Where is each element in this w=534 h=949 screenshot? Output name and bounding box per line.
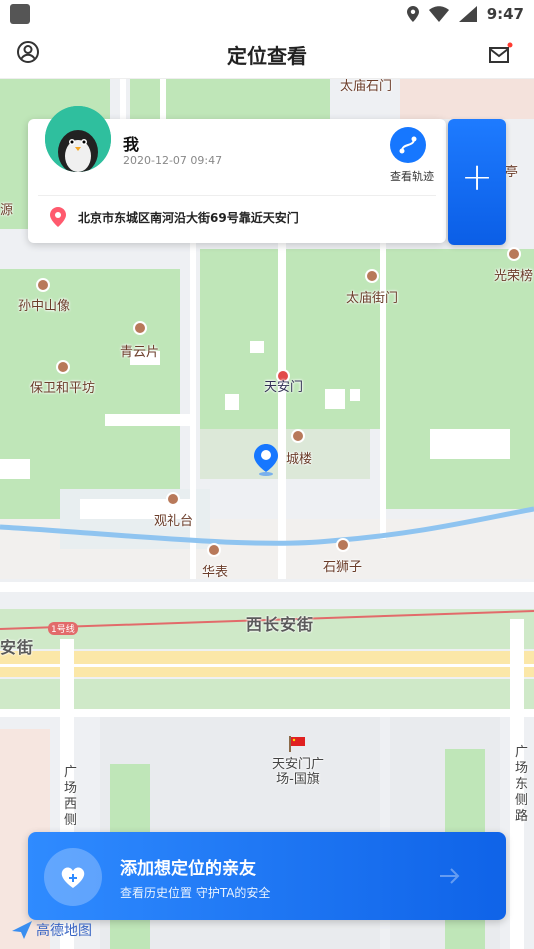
road-label-xichangan: 西长安街 xyxy=(246,615,315,634)
poi-marker xyxy=(507,247,521,261)
road-label-anjie: 安街 xyxy=(0,638,35,657)
map-label-west-side: 广场西侧 xyxy=(64,765,78,828)
poi-marker xyxy=(36,278,50,292)
penguin-avatar-icon xyxy=(45,106,111,172)
page-title: 定位查看 xyxy=(227,44,307,68)
poi-marker xyxy=(56,360,70,374)
status-bar: 9:47 xyxy=(0,0,534,28)
current-location-pin-icon[interactable] xyxy=(254,444,278,476)
map-label-yuan: 源 xyxy=(0,203,14,218)
poi-marker xyxy=(133,321,147,335)
status-indicators: 9:47 xyxy=(406,5,524,23)
view-track-label[interactable]: 查看轨迹 xyxy=(390,168,434,184)
unread-dot xyxy=(507,42,513,48)
map-label-chenglou: 城楼 xyxy=(286,452,313,467)
add-contact-side-button[interactable]: + xyxy=(448,119,506,245)
banner-title: 添加想定位的亲友 xyxy=(120,859,256,879)
poi-marker xyxy=(291,429,305,443)
add-contact-banner[interactable]: 添加想定位的亲友 查看历史位置 守护TA的安全 xyxy=(28,832,506,920)
map-label-shishizi: 石狮子 xyxy=(323,560,363,575)
wifi-icon xyxy=(428,6,449,22)
flag-icon xyxy=(289,736,305,752)
map-label-taimiao-top: 太庙石门 xyxy=(340,79,393,94)
banner-subtitle: 查看历史位置 守护TA的安全 xyxy=(120,886,271,900)
mail-icon[interactable] xyxy=(488,42,514,64)
map-label-guangrongbang: 光荣榜 xyxy=(494,269,534,284)
map-label-tiananmen: 天安门 xyxy=(264,380,304,395)
top-navigation-bar: 定位查看 xyxy=(0,28,534,79)
app-notification-icon xyxy=(10,4,30,24)
map-label-guanlitai: 观礼台 xyxy=(154,514,194,529)
status-time: 9:47 xyxy=(486,5,524,23)
amap-logo-icon xyxy=(12,921,32,939)
view-track-button[interactable] xyxy=(390,127,426,163)
poi-marker xyxy=(166,492,180,506)
map-provider-logo: 高德地图 xyxy=(12,920,92,940)
arrow-right-icon xyxy=(440,868,460,884)
map-label-square-flag: 天安门广场-国旗 xyxy=(271,757,324,787)
map-label-sunzhongshan: 孙中山像 xyxy=(18,299,71,314)
plus-icon: + xyxy=(461,155,493,199)
location-status-icon xyxy=(406,6,419,22)
poi-marker xyxy=(207,543,221,557)
user-location-card[interactable]: 我 2020-12-07 09:47 查看轨迹 北京市东城区南河沿大街69号靠近… xyxy=(28,106,446,243)
location-pin-icon xyxy=(50,207,66,227)
map-label-ting: 亭 xyxy=(505,165,519,180)
route-icon xyxy=(399,136,417,154)
divider xyxy=(38,195,436,196)
poi-marker xyxy=(365,269,379,283)
poi-marker xyxy=(336,538,350,552)
map-label-qingyunpian: 青云片 xyxy=(120,345,160,360)
battery-icon xyxy=(458,6,477,22)
heart-plus-icon xyxy=(44,848,102,906)
map-label-huabiao: 华表 xyxy=(202,565,229,580)
metro-line-badge: 1号线 xyxy=(48,622,78,635)
map-label-baowei: 保卫和平坊 xyxy=(30,381,96,396)
map-provider-label: 高德地图 xyxy=(36,923,92,939)
map-label-east-road: 广场东侧路 xyxy=(515,745,529,824)
location-address: 北京市东城区南河沿大街69号靠近天安门 xyxy=(78,211,299,225)
map-label-taimiao-gate: 太庙街门 xyxy=(346,291,399,306)
location-timestamp: 2020-12-07 09:47 xyxy=(123,154,223,167)
user-name: 我 xyxy=(123,135,140,154)
avatar[interactable] xyxy=(45,106,111,172)
